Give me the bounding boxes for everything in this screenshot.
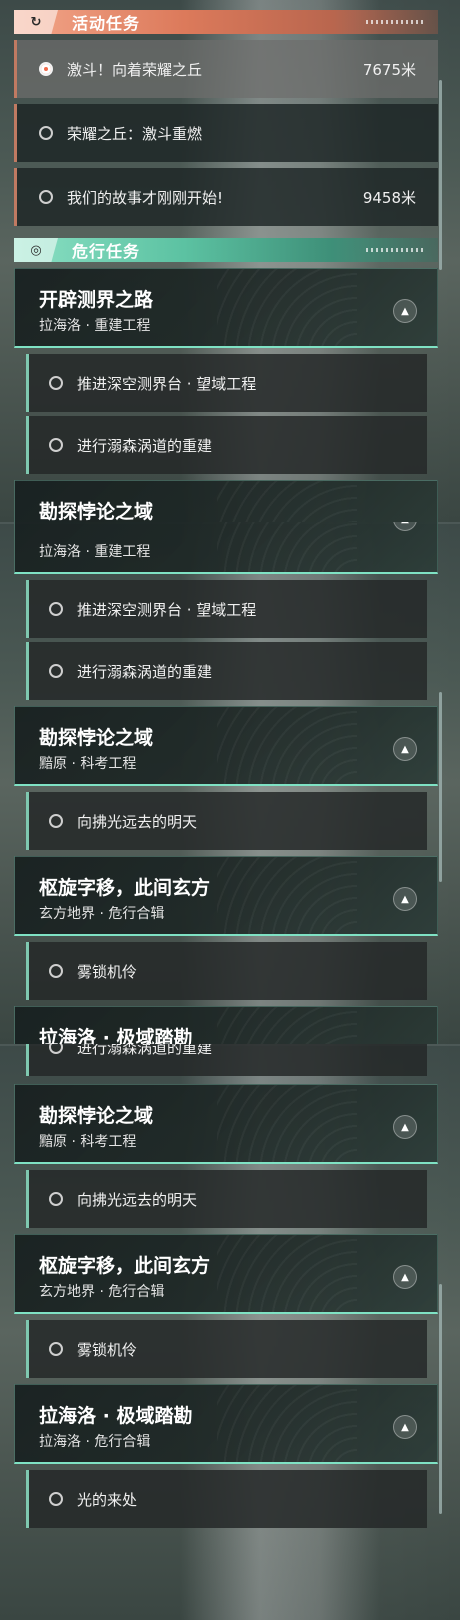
header-deco <box>366 20 426 24</box>
panel-3: 进行溺森涡道的重建 勘探悖论之域 黯原 · 科考工程 ▲ 向拂光远去的明天 枢旋… <box>0 1044 460 1620</box>
chevron-up-icon[interactable]: ▲ <box>393 887 417 911</box>
quest-card-peek[interactable]: 勘探悖论之域 <box>14 480 438 522</box>
quest-subtitle: 拉海洛 · 重建工程 <box>39 544 151 560</box>
radio <box>49 1044 63 1054</box>
sub-quest-label: 推进深空测界台 · 望域工程 <box>77 374 257 393</box>
chevron-up-icon[interactable]: ▲ <box>393 1415 417 1439</box>
panel-2: 拉海洛 · 重建工程 ▲ 推进深空测界台 · 望域工程 进行溺森涡道的重建 勘探… <box>0 522 460 1044</box>
quest-subtitle: 黯原 · 科考工程 <box>39 756 137 772</box>
task-label: 我们的故事才刚刚开始! <box>67 188 224 207</box>
radio <box>49 1192 63 1206</box>
sub-quest-item[interactable]: 进行溺森涡道的重建 <box>26 416 427 474</box>
danger-tasks-title: 危行任务 <box>72 242 141 261</box>
quest-title: 拉海洛 · 极域踏勘 <box>39 1405 193 1427</box>
radio <box>49 602 63 616</box>
sub-quest-label: 雾锁机伶 <box>77 962 138 981</box>
sub-quest-label: 进行溺森涡道的重建 <box>77 436 213 455</box>
task-distance: 9458米 <box>362 188 416 207</box>
active-tasks-title: 活动任务 <box>72 14 141 33</box>
quest-title: 枢旋字移，此间玄方 <box>39 877 211 899</box>
quest-subtitle: 玄方地界 · 危行合辑 <box>39 1284 165 1300</box>
quest-title: 勘探悖论之域 <box>39 1105 154 1127</box>
quest-subtitle: 黯原 · 科考工程 <box>39 1134 137 1150</box>
quest-card-group-4[interactable]: 拉海洛 · 极域踏勘 拉海洛 · 危行合辑 ▲ <box>14 1384 438 1464</box>
radio <box>39 190 53 204</box>
quest-card-group-1[interactable]: 拉海洛 · 重建工程 ▲ <box>14 522 438 574</box>
scrollbar[interactable] <box>439 692 442 882</box>
activity-icon: ↻ <box>14 10 58 34</box>
quest-title: 开辟测界之路 <box>39 289 154 311</box>
sub-quest-item[interactable]: 光的来处 <box>26 1470 427 1528</box>
chevron-up-icon[interactable]: ▲ <box>393 1265 417 1289</box>
quest-title: 勘探悖论之域 <box>39 501 154 522</box>
radio <box>49 1342 63 1356</box>
sub-quest-label: 光的来处 <box>77 1490 138 1509</box>
sub-quest-item[interactable]: 向拂光远去的明天 <box>26 792 427 850</box>
active-task-1[interactable]: 激斗！向着荣耀之丘 7675米 <box>14 40 438 98</box>
radio-selected <box>39 62 53 76</box>
scrollbar[interactable] <box>439 80 442 270</box>
quest-card-group-3[interactable]: 枢旋字移，此间玄方 玄方地界 · 危行合辑 ▲ <box>14 856 438 936</box>
chevron-up-icon[interactable]: ▲ <box>393 737 417 761</box>
sub-quest-label: 向拂光远去的明天 <box>77 1190 198 1209</box>
sub-quest-item[interactable]: 进行溺森涡道的重建 <box>26 642 427 700</box>
radio <box>39 126 53 140</box>
sub-quest-label: 推进深空测界台 · 望域工程 <box>77 600 257 619</box>
chevron-up-icon[interactable]: ▲ <box>393 1115 417 1139</box>
scrollbar[interactable] <box>439 1284 442 1514</box>
task-label: 激斗！向着荣耀之丘 <box>67 60 203 79</box>
panel-1: ↻ 活动任务 激斗！向着荣耀之丘 7675米 荣耀之丘：激斗重燃 我们的故事才刚… <box>0 0 460 522</box>
sub-quest-item[interactable]: 进行溺森涡道的重建 <box>26 1044 427 1076</box>
active-task-3[interactable]: 我们的故事才刚刚开始! 9458米 <box>14 168 438 226</box>
sub-quest-item[interactable]: 推进深空测界台 · 望域工程 <box>26 580 427 638</box>
danger-tasks-header: ◎ 危行任务 <box>14 238 438 262</box>
radio <box>49 438 63 452</box>
chevron-up-icon[interactable]: ▲ <box>393 522 417 531</box>
header-deco <box>366 248 426 252</box>
quest-subtitle: 玄方地界 · 危行合辑 <box>39 906 165 922</box>
sub-quest-label: 进行溺森涡道的重建 <box>77 662 213 681</box>
quest-card-group-1[interactable]: 开辟测界之路 拉海洛 · 重建工程 ▲ <box>14 268 438 348</box>
quest-card-group-3[interactable]: 枢旋字移，此间玄方 玄方地界 · 危行合辑 ▲ <box>14 1234 438 1314</box>
radio <box>49 664 63 678</box>
quest-title: 勘探悖论之域 <box>39 727 154 749</box>
sub-quest-item[interactable]: 推进深空测界台 · 望域工程 <box>26 354 427 412</box>
sub-quest-item[interactable]: 雾锁机伶 <box>26 1320 427 1378</box>
radio <box>49 814 63 828</box>
radio <box>49 964 63 978</box>
quest-subtitle: 拉海洛 · 危行合辑 <box>39 1434 151 1450</box>
sub-quest-item[interactable]: 雾锁机伶 <box>26 942 427 1000</box>
sub-quest-label: 向拂光远去的明天 <box>77 812 198 831</box>
task-label: 荣耀之丘：激斗重燃 <box>67 124 203 143</box>
quest-card-peek[interactable]: 拉海洛 · 极域踏勘 <box>14 1006 438 1044</box>
quest-title: 枢旋字移，此间玄方 <box>39 1255 211 1277</box>
quest-subtitle: 拉海洛 · 重建工程 <box>39 318 151 334</box>
radar-icon: ◎ <box>14 238 58 262</box>
active-task-2[interactable]: 荣耀之丘：激斗重燃 <box>14 104 438 162</box>
radio <box>49 376 63 390</box>
quest-card-group-2[interactable]: 勘探悖论之域 黯原 · 科考工程 ▲ <box>14 1084 438 1164</box>
sub-quest-label: 雾锁机伶 <box>77 1340 138 1359</box>
sub-quest-label: 进行溺森涡道的重建 <box>77 1044 213 1057</box>
chevron-up-icon[interactable]: ▲ <box>393 299 417 323</box>
radio <box>49 1492 63 1506</box>
active-tasks-header: ↻ 活动任务 <box>14 10 438 34</box>
task-distance: 7675米 <box>362 60 416 79</box>
sub-quest-item[interactable]: 向拂光远去的明天 <box>26 1170 427 1228</box>
quest-card-group-2[interactable]: 勘探悖论之域 黯原 · 科考工程 ▲ <box>14 706 438 786</box>
quest-title: 拉海洛 · 极域踏勘 <box>39 1027 193 1044</box>
